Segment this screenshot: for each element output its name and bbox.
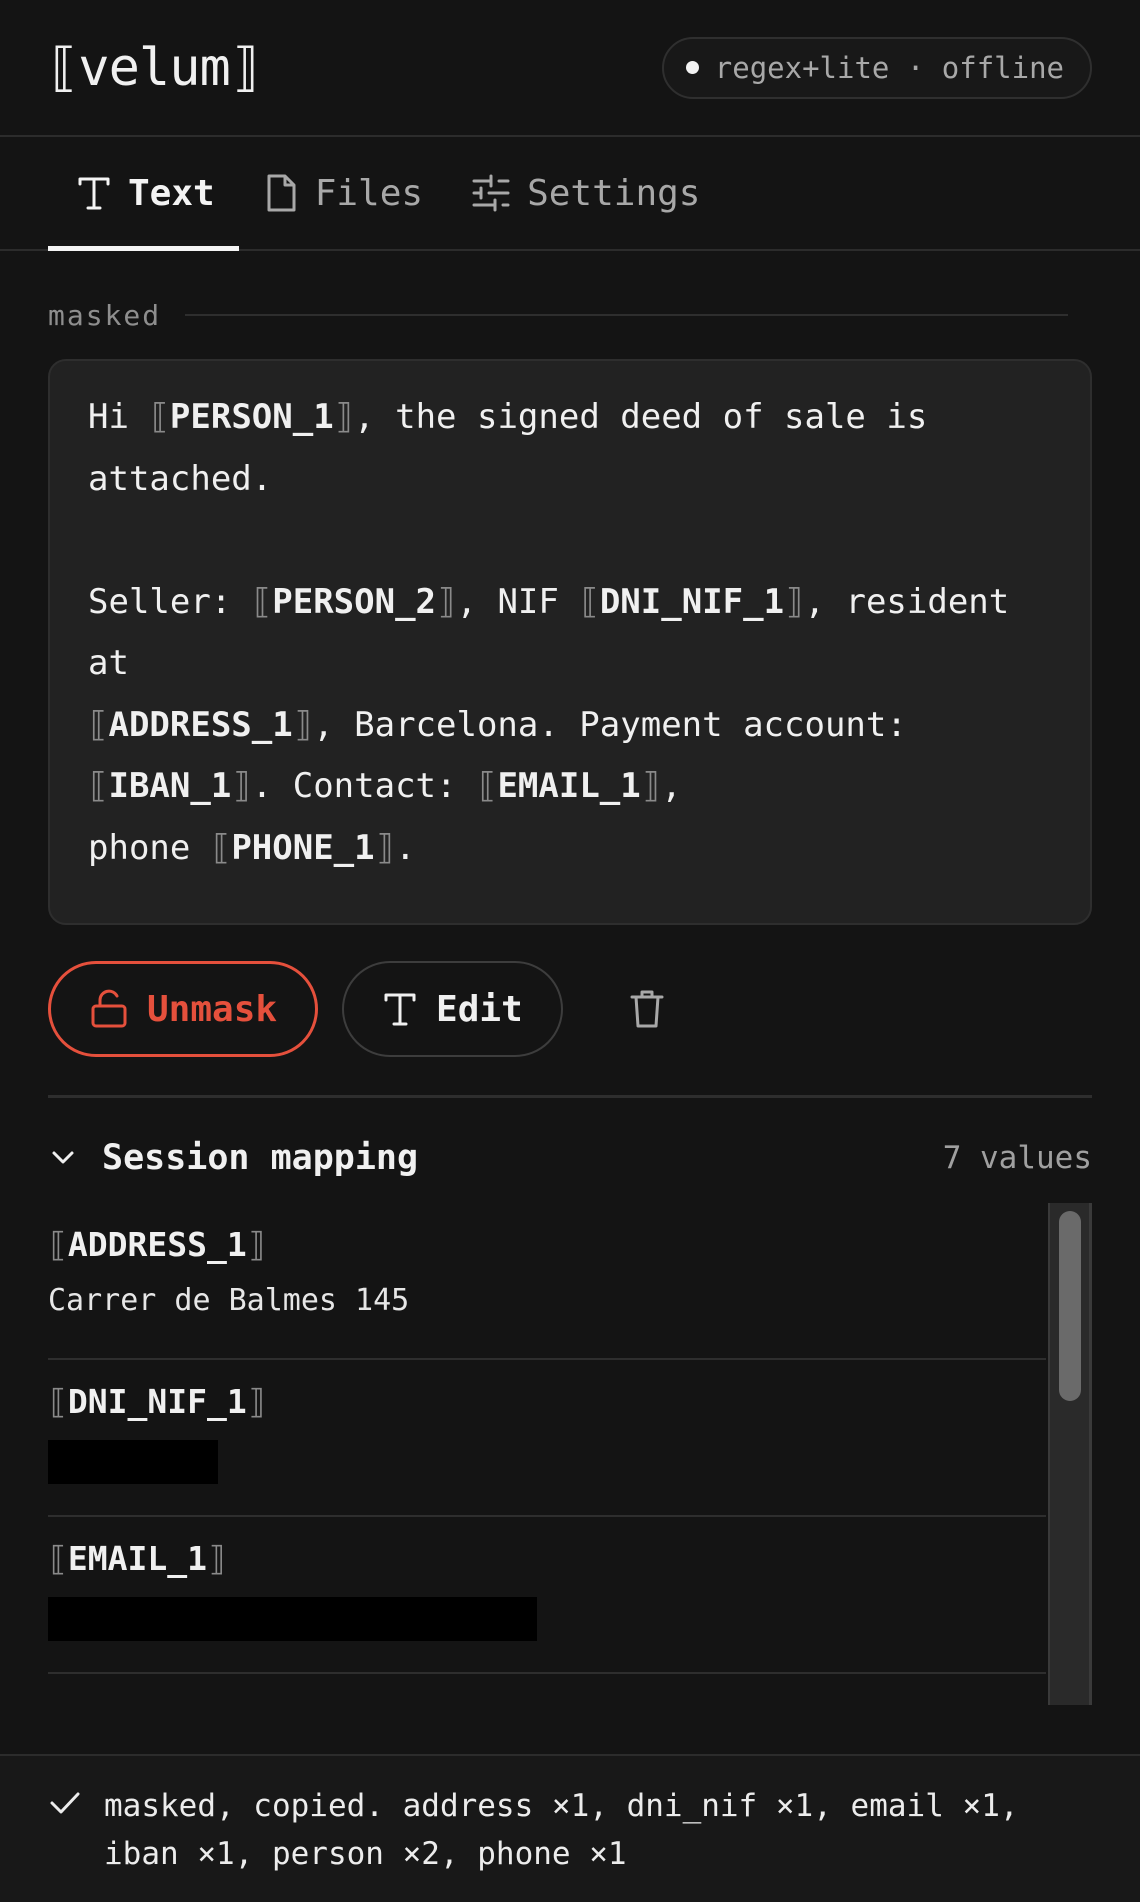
token-bracket: ⟧ (206, 1539, 227, 1578)
mapping-key-label: EMAIL_1 (67, 1539, 207, 1578)
token-bracket: ⟧ (292, 704, 314, 745)
plain-text: . (395, 827, 416, 868)
token-bracket: ⟦ (251, 581, 273, 622)
engine-status-badge: regex+lite · offline (661, 36, 1092, 99)
section-divider (185, 314, 1068, 316)
masked-output-panel[interactable]: Hi ⟦PERSON_1⟧, the signed deed of sale i… (48, 359, 1092, 925)
token-bracket: ⟦ (88, 704, 109, 745)
mapping-value: Carrer de Balmes 145 (48, 1283, 410, 1318)
token-bracket: ⟧ (246, 1382, 267, 1421)
masked-output-text: Hi ⟦PERSON_1⟧, the signed deed of sale i… (88, 387, 1052, 879)
token-bracket: ⟦ (149, 397, 170, 437)
tab-settings[interactable]: Settings (447, 137, 724, 249)
mapping-key: ⟦EMAIL_1⟧ (48, 1539, 1046, 1589)
status-dot-icon (685, 61, 699, 74)
tab-files[interactable]: Files (239, 137, 447, 249)
redacted-value[interactable] (48, 1440, 218, 1484)
placeholder-token: ADDRESS_1 (108, 704, 293, 745)
mapping-row[interactable]: ⟦EMAIL_1⟧ (48, 1517, 1046, 1674)
token-bracket: ⟦ (48, 1539, 68, 1578)
edit-button-label: Edit (436, 988, 523, 1030)
token-bracket: ⟧ (374, 827, 396, 868)
tab-text-label: Text (128, 172, 215, 214)
chevron-down-icon (52, 1151, 74, 1164)
unmask-button-label: Unmask (147, 988, 278, 1030)
plain-text: . Contact: (251, 766, 477, 806)
check-icon (50, 1792, 80, 1814)
engine-status-text: regex+lite · offline (714, 50, 1064, 85)
edit-button[interactable]: Edit (342, 961, 563, 1057)
tab-files-label: Files (314, 172, 424, 214)
placeholder-token: PHONE_1 (231, 827, 375, 868)
mapping-key-label: ADDRESS_1 (67, 1225, 247, 1264)
plain-text: , NIF (456, 581, 580, 622)
text-icon (384, 993, 416, 1026)
mapping-key: ⟦DNI_NIF_1⟧ (48, 1382, 1046, 1432)
status-message: masked, copied. address ×1, dni_nif ×1, … (104, 1788, 1019, 1872)
tab-text[interactable]: Text (48, 137, 239, 251)
token-bracket: ⟧ (231, 766, 252, 806)
mapping-row[interactable]: ⟦ADDRESS_1⟧ Carrer de Balmes 145 (48, 1203, 1046, 1360)
placeholder-token: IBAN_1 (108, 766, 232, 806)
token-bracket: ⟦ (48, 1225, 68, 1264)
token-bracket: ⟧ (640, 766, 662, 806)
mapping-count: 7 values (942, 1140, 1092, 1176)
unmask-button[interactable]: Unmask (48, 961, 319, 1057)
session-mapping-header[interactable]: Session mapping 7 values (48, 1098, 1092, 1218)
token-bracket: ⟦ (476, 766, 498, 806)
text-icon (78, 177, 110, 210)
token-bracket: ⟦ (88, 766, 109, 806)
status-footer: masked, copied. address ×1, dni_nif ×1, … (0, 1754, 1140, 1902)
token-bracket: ⟧ (436, 581, 457, 622)
action-bar: Unmask Edit (48, 961, 1092, 1057)
sliders-icon (472, 174, 510, 212)
mapping-list: ⟦ADDRESS_1⟧ Carrer de Balmes 145 ⟦DNI_NIF_… (48, 1203, 1092, 1705)
token-bracket: ⟦ (210, 827, 232, 868)
plain-text: Hi (88, 397, 150, 437)
placeholder-token: DNI_NIF_1 (599, 581, 785, 622)
placeholder-token: PERSON_1 (169, 397, 334, 437)
token-bracket: ⟦ (579, 581, 600, 622)
token-bracket: ⟧ (784, 581, 805, 622)
mapping-key-label: DNI_NIF_1 (67, 1382, 247, 1421)
placeholder-token: EMAIL_1 (497, 766, 641, 806)
mapping-row[interactable]: ⟦DNI_NIF_1⟧ (48, 1360, 1046, 1517)
placeholder-token: PERSON_2 (272, 581, 437, 622)
redacted-value[interactable] (48, 1597, 538, 1641)
unlock-icon (91, 989, 127, 1028)
scrollbar-thumb[interactable] (1059, 1211, 1081, 1401)
tab-settings-label: Settings (527, 172, 701, 214)
session-mapping-title: Session mapping (102, 1138, 419, 1178)
delete-button[interactable] (627, 987, 667, 1031)
app-header: ⟦velum⟧ regex+lite · offline (0, 0, 1140, 137)
mapping-scrollbar[interactable] (1048, 1203, 1092, 1705)
plain-text: , Barcelona. Payment account: (313, 704, 907, 745)
token-bracket: ⟧ (246, 1225, 267, 1264)
file-icon (267, 174, 296, 212)
mapping-key: ⟦ADDRESS_1⟧ (48, 1225, 1046, 1275)
token-bracket: ⟧ (333, 397, 355, 437)
masked-label: masked (48, 298, 162, 332)
app-logo: ⟦velum⟧ (48, 37, 261, 98)
token-bracket: ⟦ (48, 1382, 68, 1421)
trash-icon (630, 990, 664, 1028)
tab-bar: Text Files Settings (0, 137, 1140, 251)
masked-section-label: masked (48, 295, 1092, 335)
mapping-items: ⟦ADDRESS_1⟧ Carrer de Balmes 145 ⟦DNI_NIF_… (48, 1203, 1046, 1705)
